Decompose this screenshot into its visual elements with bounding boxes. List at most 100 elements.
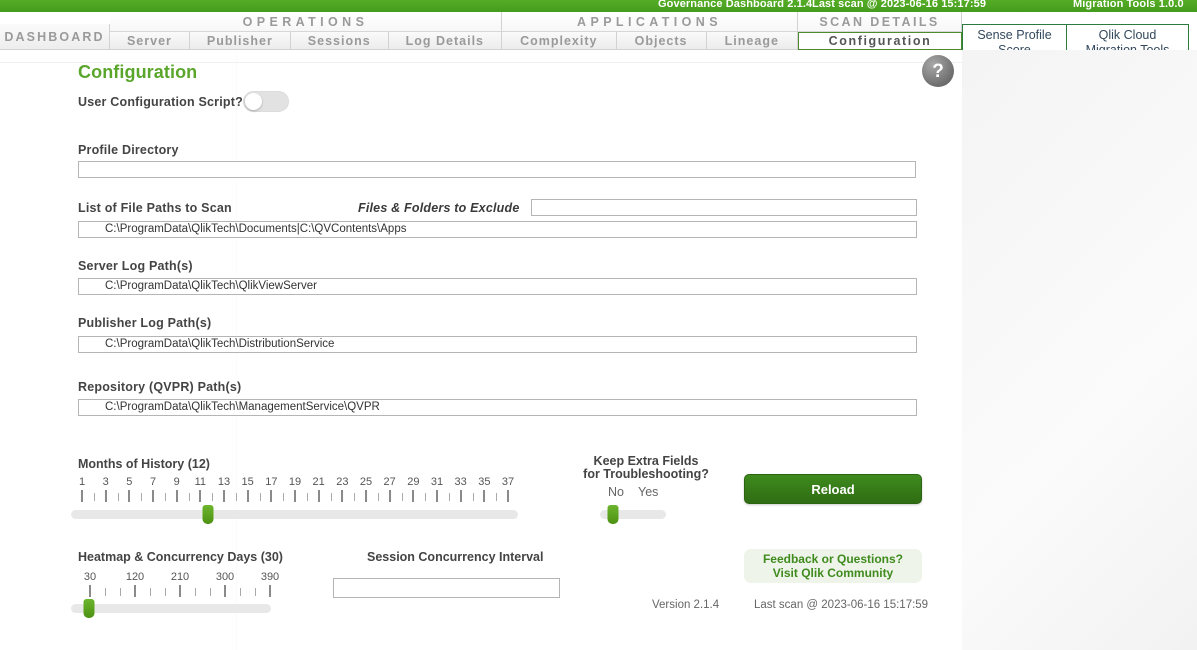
tab-lineage[interactable]: Lineage (706, 32, 799, 50)
reload-button[interactable]: Reload (744, 474, 922, 504)
keep-extra-fields-label-line2: for Troubleshooting? (583, 467, 709, 481)
publisher-log-paths-label: Publisher Log Path(s) (78, 316, 212, 330)
tick-label: 19 (288, 476, 302, 488)
tick-major (507, 490, 509, 502)
keep-extra-fields-handle[interactable] (607, 505, 619, 524)
profile-directory-input[interactable] (78, 161, 916, 178)
tab-dashboard[interactable]: DASHBOARD (0, 24, 110, 50)
tab-group-applications: APPLICATIONS Complexity Objects Lineage (502, 12, 799, 50)
heatmap-concurrency-days-track[interactable] (71, 599, 271, 618)
tick-label: 17 (265, 476, 278, 488)
tab-group-title-operations: OPERATIONS (110, 12, 502, 32)
tick-major (175, 490, 178, 502)
tick-label: 7 (149, 476, 157, 488)
tick-major (134, 585, 136, 597)
tick-minor (120, 588, 121, 596)
sense-profile-score-line1: Sense Profile (977, 28, 1052, 42)
tick-label: 30 (83, 571, 97, 583)
tick-minor (306, 493, 308, 501)
tick-major (199, 490, 202, 502)
topbar-migration-tools-version: Migration Tools 1.0.0 (1073, 0, 1184, 10)
tick-label: 5 (126, 476, 133, 488)
tab-group-operations: OPERATIONS Server Publisher Sessions Log… (110, 12, 502, 50)
heatmap-concurrency-days-handle[interactable] (83, 599, 95, 618)
tick-major (270, 490, 273, 502)
tab-sessions[interactable]: Sessions (290, 32, 389, 50)
tick-minor (240, 588, 241, 596)
tick-major (412, 490, 415, 502)
tick-minor (150, 588, 151, 596)
tick-minor (235, 493, 237, 501)
tick-major (341, 490, 344, 502)
keep-extra-fields-option-no[interactable]: No (608, 485, 624, 499)
navigation-bar: DASHBOARD OPERATIONS Server Publisher Se… (0, 12, 1197, 62)
tick-minor (164, 493, 166, 501)
tab-server[interactable]: Server (110, 32, 190, 50)
session-concurrency-interval-label: Session Concurrency Interval (367, 550, 544, 564)
tab-group-items-operations: Server Publisher Sessions Log Details (110, 32, 502, 50)
tab-complexity[interactable]: Complexity (502, 32, 617, 50)
user-configuration-script-label: User Configuration Script? (78, 95, 243, 109)
tick-major (104, 490, 107, 502)
tick-major (294, 490, 296, 502)
tick-label: 390 (260, 571, 280, 583)
tick-minor (496, 493, 498, 501)
months-of-history-track[interactable] (71, 505, 518, 524)
tick-minor (377, 493, 379, 501)
tick-minor (401, 493, 403, 501)
months-of-history-ticks: 1 3 5 7 9 11 13 15 17 19 21 23 25 27 29 31 33 35 37 (70, 476, 520, 502)
repository-paths-label: Repository (QVPR) Path(s) (78, 380, 242, 394)
tick-minor (255, 588, 256, 596)
tick-minor (210, 588, 211, 596)
tick-label: 3 (102, 476, 109, 488)
publisher-log-paths-value[interactable]: C:\ProgramData\QlikTech\DistributionServ… (78, 336, 917, 353)
tick-label: 33 (454, 476, 467, 488)
tick-minor (117, 493, 119, 501)
tick-label: 27 (383, 476, 396, 488)
file-paths-to-scan-value[interactable]: C:\ProgramData\QlikTech\Documents|C:\QVC… (78, 221, 917, 238)
footer-version: Version 2.1.4 (652, 599, 720, 611)
server-log-paths-label: Server Log Path(s) (78, 259, 193, 273)
feedback-button[interactable]: Feedback or Questions? Visit Qlik Commun… (744, 549, 922, 583)
tab-objects[interactable]: Objects (616, 32, 707, 50)
tick-major (152, 490, 154, 502)
tick-minor (141, 493, 143, 501)
tick-label: 31 (430, 476, 444, 488)
tick-minor (330, 493, 332, 501)
keep-extra-fields-track[interactable] (600, 505, 666, 524)
tab-publisher[interactable]: Publisher (189, 32, 291, 50)
tick-label: 35 (478, 476, 491, 488)
tick-label: 300 (215, 571, 235, 583)
months-of-history-handle[interactable] (202, 505, 214, 524)
repository-paths-value[interactable]: C:\ProgramData\QlikTech\ManagementServic… (78, 399, 917, 416)
tick-major (246, 490, 249, 502)
tick-label: 210 (170, 571, 190, 583)
help-icon[interactable]: ? (922, 55, 954, 87)
tick-label: 11 (194, 476, 207, 488)
keep-extra-fields-option-yes[interactable]: Yes (638, 485, 658, 499)
tick-major (459, 490, 462, 502)
file-paths-to-scan-label: List of File Paths to Scan (78, 201, 232, 215)
tab-group-scan-details: SCAN DETAILS Configuration (798, 12, 962, 50)
tick-minor (188, 493, 190, 501)
tick-minor (212, 493, 214, 501)
page-title: Configuration (78, 62, 198, 82)
app-root: Governance Dashboard 2.1.4 Last scan @ 2… (0, 0, 1197, 650)
files-folders-to-exclude-label: Files & Folders to Exclude (358, 201, 520, 215)
tick-label: 120 (125, 571, 145, 583)
tick-minor (472, 493, 474, 501)
qlik-cloud-line1: Qlik Cloud (1098, 28, 1157, 42)
tick-major (128, 490, 131, 502)
tab-log-details[interactable]: Log Details (388, 32, 502, 50)
profile-directory-label: Profile Directory (78, 143, 179, 157)
session-concurrency-interval-input[interactable] (333, 578, 560, 598)
tick-label: 21 (312, 476, 325, 488)
user-configuration-script-toggle[interactable] (243, 91, 289, 112)
tick-minor (259, 493, 261, 501)
heatmap-concurrency-days-ticks: 30 120 210 300 390 (80, 571, 280, 597)
tab-configuration[interactable]: Configuration (798, 32, 962, 50)
tick-major (388, 490, 391, 502)
server-log-paths-value[interactable]: C:\ProgramData\QlikTech\QlikViewServer (78, 278, 917, 295)
files-folders-to-exclude-input[interactable] (531, 199, 917, 216)
tick-major (269, 585, 271, 597)
